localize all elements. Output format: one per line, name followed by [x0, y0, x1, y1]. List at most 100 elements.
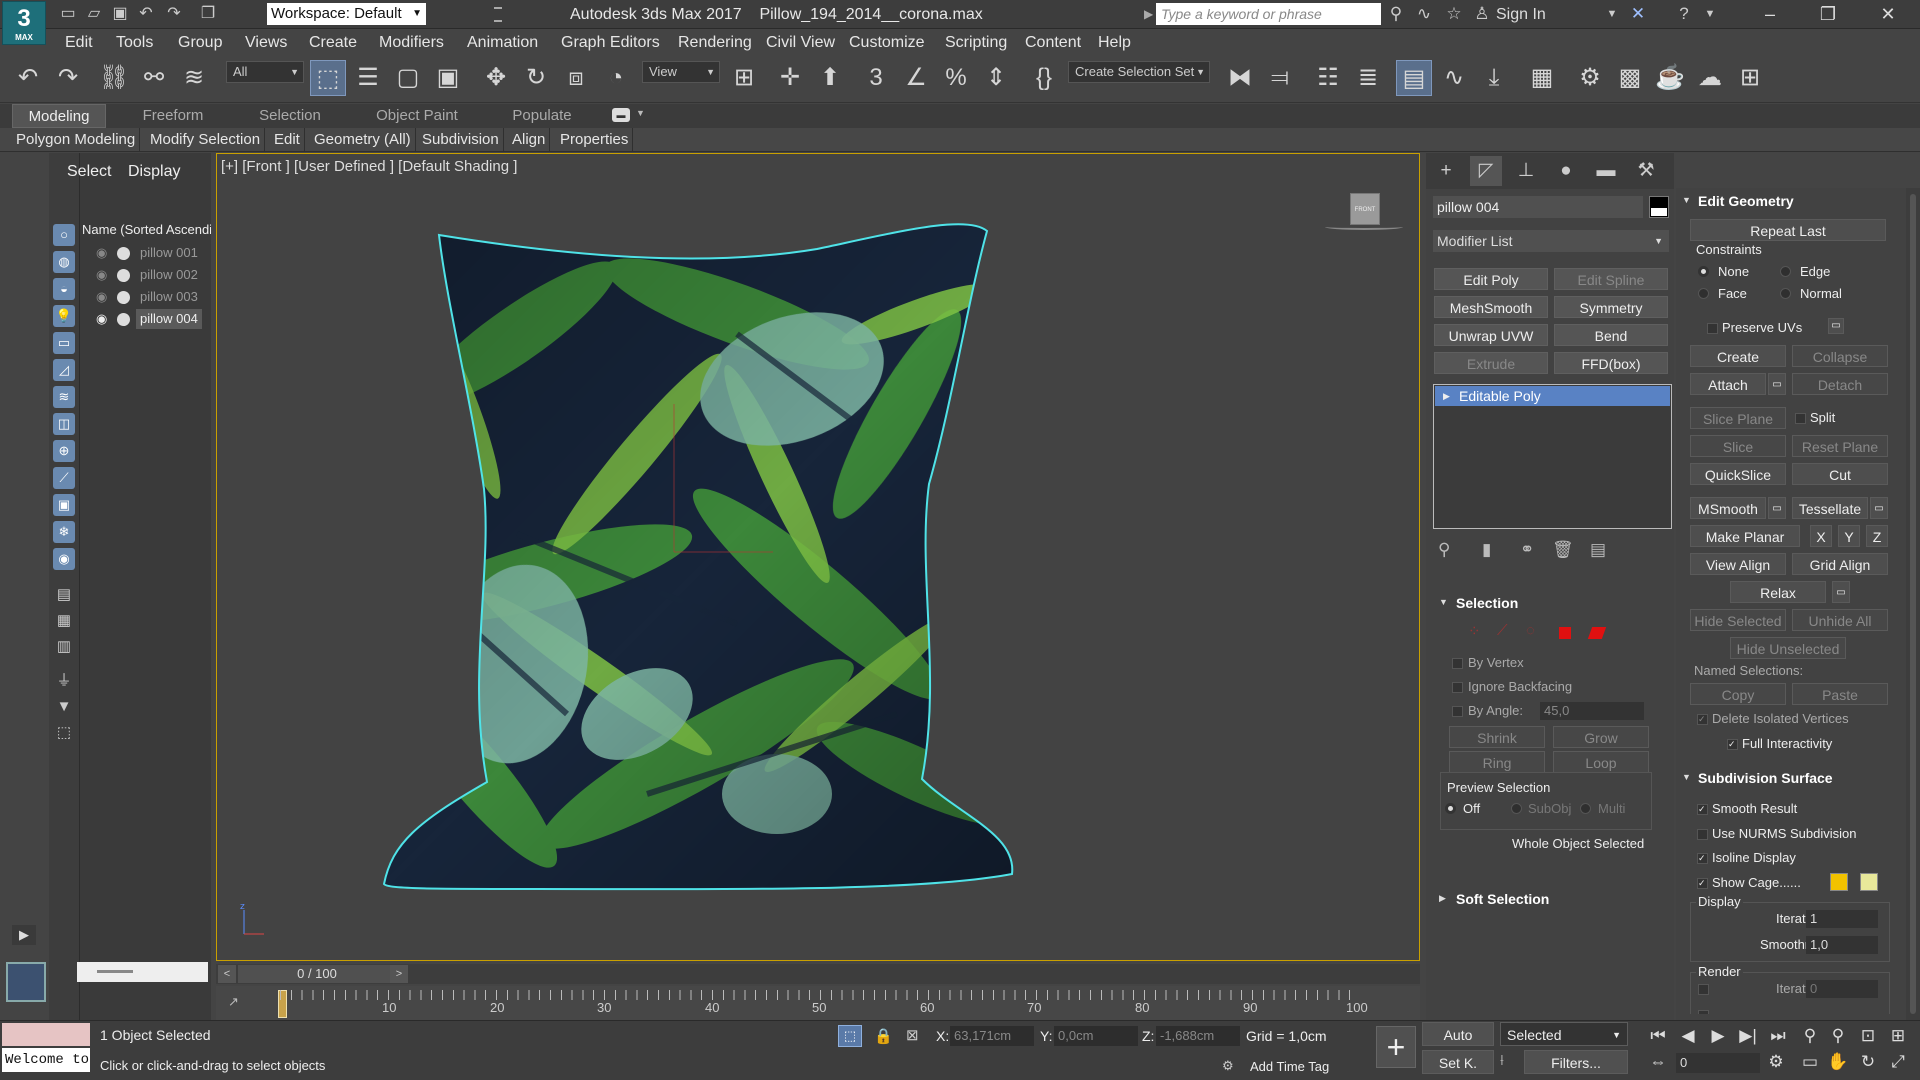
isolate-selection-icon[interactable]: ⬚ — [838, 1025, 862, 1047]
tab-freeform[interactable]: Freeform — [126, 104, 220, 128]
subtab-subdivision[interactable]: Subdivision — [418, 128, 504, 152]
cut-button[interactable]: Cut — [1792, 463, 1888, 485]
hierarchy-icon[interactable]: ▦ — [53, 610, 75, 632]
tab-object-paint[interactable]: Object Paint — [360, 104, 474, 128]
explorer-scrollbar[interactable] — [77, 962, 208, 982]
filter-icon[interactable]: ⏚ — [53, 670, 75, 692]
planar-y-button[interactable]: Y — [1838, 525, 1860, 547]
by-angle-checkbox[interactable] — [1452, 706, 1463, 717]
unhide-all-button[interactable]: Unhide All — [1792, 609, 1888, 631]
preview-off-radio[interactable] — [1445, 803, 1456, 814]
hierarchy-tab-icon[interactable]: ⊥ — [1510, 156, 1542, 186]
time-config-icon[interactable]: ⚙ — [1764, 1050, 1788, 1074]
menu-animation[interactable]: Animation — [467, 29, 538, 56]
ignore-backfacing-checkbox[interactable] — [1452, 682, 1463, 693]
layer-explorer-icon[interactable]: ☷ — [1310, 60, 1346, 96]
move-icon[interactable]: ✥ — [478, 60, 514, 96]
curve-editor-mini-icon[interactable]: ↗ — [228, 994, 239, 1010]
tab-modeling[interactable]: Modeling — [12, 104, 106, 128]
vertex-mode-icon[interactable]: ⁘ — [1468, 622, 1481, 640]
menu-rendering[interactable]: Rendering — [678, 29, 752, 56]
rollout-collapse-icon[interactable]: ▼ — [1682, 195, 1691, 205]
preview-multi-radio[interactable] — [1580, 803, 1591, 814]
cage-color-1-swatch[interactable] — [1830, 873, 1848, 891]
x-coordinate-field[interactable]: 63,171cm — [950, 1026, 1034, 1046]
tab-populate[interactable]: Populate — [494, 104, 590, 128]
tessellate-settings-icon[interactable]: ▭ — [1870, 497, 1888, 519]
relax-button[interactable]: Relax — [1730, 581, 1826, 603]
configure-sets-icon[interactable]: ▤ — [1590, 540, 1606, 560]
bend-button[interactable]: Bend — [1554, 324, 1668, 346]
next-frame-icon[interactable]: ▶| — [1736, 1024, 1760, 1048]
visibility-eye-icon[interactable]: ◉ — [96, 243, 107, 263]
zoom-all-icon[interactable]: ⚲ — [1826, 1024, 1850, 1048]
zoom-extents-icon[interactable]: ⊡ — [1856, 1024, 1880, 1048]
visibility-eye-icon[interactable]: ◉ — [96, 309, 107, 329]
orbit-icon[interactable]: ↻ — [1856, 1050, 1880, 1074]
maxscript-output[interactable]: Welcome to MAXScript. — [2, 1048, 90, 1072]
show-cage-checkbox[interactable]: ✓ — [1697, 878, 1708, 889]
planar-x-button[interactable]: X — [1810, 525, 1832, 547]
ribbon-toggle-icon[interactable]: ▤ — [1396, 60, 1432, 96]
subtab-polygon-modeling[interactable]: Polygon Modeling — [12, 128, 141, 152]
subscription-icon[interactable]: ∿ — [1412, 3, 1436, 25]
preview-subobj-radio[interactable] — [1511, 803, 1522, 814]
preserve-uvs-settings-icon[interactable]: ▭ — [1828, 318, 1844, 334]
sign-in-dropdown-icon[interactable]: ▼ — [1600, 3, 1624, 25]
key-filters-button[interactable]: Filters... — [1524, 1050, 1628, 1074]
zoom-icon[interactable]: ⚲ — [1798, 1024, 1822, 1048]
object-name-field[interactable]: pillow 004 — [1433, 196, 1643, 218]
tessellate-button[interactable]: Tessellate — [1792, 497, 1868, 519]
redo-icon[interactable]: ↷ — [50, 60, 86, 96]
select-by-name-icon[interactable]: ☰ — [350, 60, 386, 96]
rectangular-selection-icon[interactable]: ▢ — [390, 60, 426, 96]
ribbon-options-icon[interactable]: ▬ — [612, 108, 630, 122]
scene-row[interactable]: ◉ pillow 001 — [80, 243, 211, 263]
repeat-last-button[interactable]: Repeat Last — [1690, 219, 1886, 241]
rotate-icon[interactable]: ↻ — [518, 60, 554, 96]
time-tag-icon[interactable]: ⚙ — [1222, 1058, 1234, 1074]
search-arrow-icon[interactable]: ▶ — [1144, 3, 1154, 25]
absolute-mode-icon[interactable]: ⊠ — [906, 1026, 919, 1044]
exchange-apps-icon[interactable]: ✕ — [1626, 3, 1650, 25]
msmooth-button[interactable]: MSmooth — [1690, 497, 1766, 519]
loop-button[interactable]: Loop — [1553, 751, 1649, 773]
auto-key-button[interactable]: Auto — [1422, 1022, 1494, 1046]
go-to-end-icon[interactable]: ⏭ — [1766, 1024, 1790, 1048]
app-logo[interactable]: 3 MAX — [2, 1, 46, 45]
extrude-button[interactable]: Extrude — [1434, 352, 1548, 374]
remove-modifier-icon[interactable]: 🗑 — [1552, 540, 1574, 560]
viewport-layout-thumb[interactable] — [6, 962, 46, 1002]
menu-edit[interactable]: Edit — [65, 29, 93, 56]
create-button[interactable]: Create — [1690, 345, 1786, 367]
sign-in-link[interactable]: Sign In — [1496, 0, 1546, 29]
undo-icon[interactable]: ↶ — [10, 60, 46, 96]
rollout-scrollbar[interactable] — [1906, 188, 1920, 1021]
attach-button[interactable]: Attach — [1690, 373, 1766, 395]
modifier-list-select[interactable]: Modifier List ▼ — [1433, 230, 1669, 252]
bind-space-warp-icon[interactable]: ≋ — [176, 60, 212, 96]
reset-plane-button[interactable]: Reset Plane — [1792, 435, 1888, 457]
hide-unselected-button[interactable]: Hide Unselected — [1730, 637, 1846, 659]
menu-views[interactable]: Views — [245, 29, 287, 56]
front-viewport[interactable] — [216, 153, 1420, 961]
name-column-header[interactable]: Name (Sorted Ascending) — [80, 220, 211, 240]
redo-icon[interactable]: ↷ — [162, 3, 186, 25]
pivot-point-icon[interactable]: ⊞ — [726, 60, 762, 96]
angle-spinner[interactable]: 45,0 — [1540, 702, 1644, 720]
make-planar-button[interactable]: Make Planar — [1690, 525, 1800, 547]
unlink-icon[interactable]: ⚯ — [136, 60, 172, 96]
subdivision-rollout-header[interactable]: Subdivision Surface — [1676, 767, 1833, 789]
menu-tools[interactable]: Tools — [116, 29, 153, 56]
render-cloud-icon[interactable]: ☁ — [1692, 60, 1728, 96]
subtab-geometry-all[interactable]: Geometry (All) — [310, 128, 416, 152]
expand-arrow-icon[interactable]: ▶ — [12, 925, 36, 945]
previous-frame-icon[interactable]: ◀ — [1676, 1024, 1700, 1048]
create-selection-set-select[interactable]: Create Selection Set ▼ — [1068, 61, 1210, 83]
place-icon[interactable]: ◔ — [598, 60, 634, 96]
cage-color-2-swatch[interactable] — [1860, 873, 1878, 891]
select-object-icon[interactable]: ⬚ — [310, 60, 346, 96]
list-icon[interactable]: ▥ — [53, 636, 75, 658]
keyword-search-input[interactable]: Type a keyword or phrase — [1156, 3, 1381, 25]
zoom-extents-all-icon[interactable]: ⊞ — [1886, 1024, 1910, 1048]
